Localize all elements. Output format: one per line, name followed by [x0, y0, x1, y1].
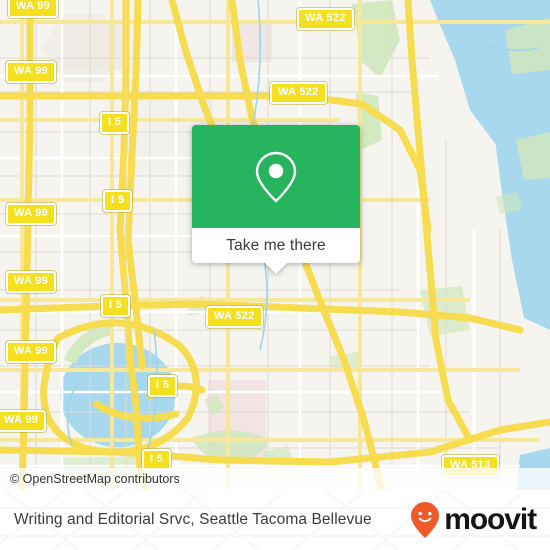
footer-bar: Writing and Editorial Srvc, Seattle Taco…: [0, 490, 550, 550]
take-me-there-popup[interactable]: Take me there: [192, 125, 360, 274]
moovit-smiley-pin-icon: [411, 502, 440, 538]
shield-i-5: I 5: [101, 295, 131, 317]
shield-wa-99: WA 99: [0, 410, 47, 432]
shield-i-5: I 5: [148, 375, 178, 397]
shield-i-5: I 5: [103, 190, 133, 212]
popup-action-area[interactable]: Take me there: [192, 228, 360, 274]
place-title: Writing and Editorial Srvc, Seattle Taco…: [14, 511, 372, 528]
shield-wa-522: WA 522: [206, 306, 263, 328]
moovit-brand[interactable]: moovit: [410, 501, 537, 539]
moovit-wordmark: moovit: [444, 503, 537, 536]
shield-wa-99: WA 99: [6, 271, 57, 293]
park-small-d: [496, 192, 522, 214]
popup-tail: [265, 263, 287, 274]
shield-i-5: I 5: [100, 112, 130, 134]
moovit-map-screenshot: WA 99 WA 522 WA 99 WA 522 I 5 I 5 WA 99 …: [0, 0, 550, 550]
shield-wa-99: WA 99: [6, 203, 57, 225]
shield-wa-99: WA 99: [6, 61, 57, 83]
map-pin-icon: [255, 151, 297, 203]
shield-wa-99: WA 99: [8, 0, 59, 18]
shield-wa-99: WA 99: [6, 341, 57, 363]
popup-icon-area: [192, 125, 360, 228]
map-attribution[interactable]: © OpenStreetMap contributors: [0, 468, 550, 490]
shield-wa-522: WA 522: [297, 8, 354, 30]
shield-wa-522: WA 522: [270, 82, 327, 104]
take-me-there-label: Take me there: [226, 236, 326, 254]
